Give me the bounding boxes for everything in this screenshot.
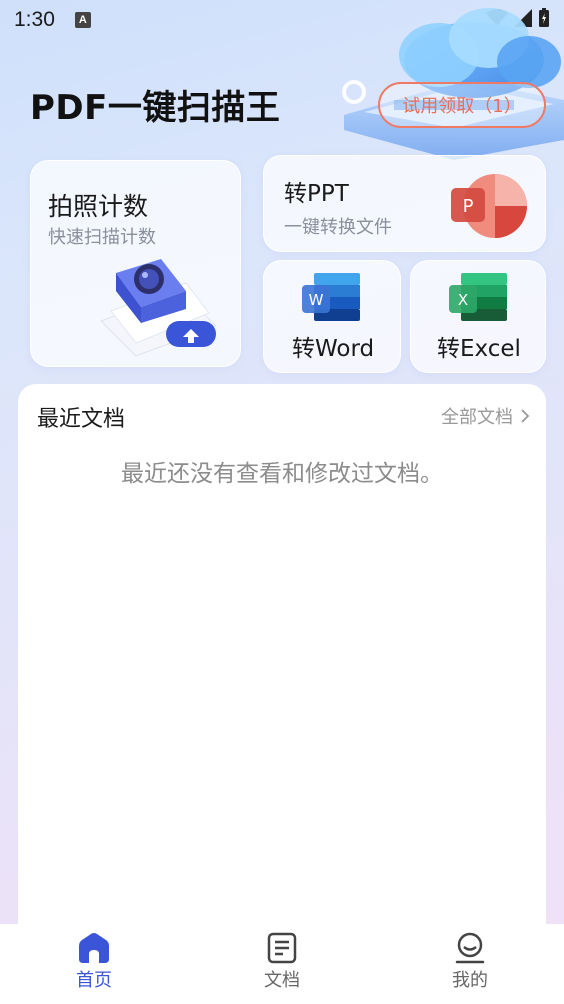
nav-profile-label: 我的 — [452, 970, 488, 991]
empty-state-message: 最近还没有查看和修改过文档。 — [121, 461, 443, 487]
trial-claim-button[interactable]: 试用领取（1） — [378, 82, 546, 128]
nav-home-label: 首页 — [76, 970, 112, 991]
recent-documents-title: 最近文档 — [37, 407, 126, 432]
notification-icon: A — [74, 12, 91, 28]
status-time: 1:30 — [14, 8, 55, 31]
photo-count-title: 拍照计数 — [48, 192, 149, 221]
app-title: PDF一键扫描王 — [30, 88, 281, 128]
word-icon: W — [302, 273, 360, 321]
convert-word-title: 转Word — [292, 336, 375, 362]
photo-count-subtitle: 快速扫描计数 — [48, 227, 156, 248]
nav-home[interactable]: 首页 — [0, 924, 188, 1004]
nav-profile[interactable]: 我的 — [376, 924, 564, 1004]
excel-icon-letter: X — [458, 291, 468, 309]
all-documents-link[interactable]: 全部文档 — [441, 403, 530, 429]
all-documents-label: 全部文档 — [441, 407, 513, 428]
powerpoint-icon-letter: P — [463, 196, 474, 217]
document-icon — [267, 932, 297, 964]
home-icon — [79, 933, 109, 963]
word-icon-letter: W — [309, 291, 324, 309]
chevron-right-icon — [521, 409, 530, 423]
excel-icon: X — [449, 273, 507, 321]
photo-count-card[interactable]: 拍照计数 快速扫描计数 — [30, 160, 241, 367]
cloud-server-illustration — [342, 8, 564, 160]
convert-ppt-title: 转PPT — [284, 181, 349, 207]
camera-scan-icon — [100, 259, 217, 357]
convert-excel-title: 转Excel — [437, 336, 521, 362]
profile-icon — [455, 932, 485, 964]
nav-documents-label: 文档 — [264, 970, 300, 991]
nav-documents[interactable]: 文档 — [188, 924, 376, 1004]
convert-ppt-subtitle: 一键转换文件 — [284, 217, 392, 238]
recent-documents-panel: 最近文档 全部文档 最近还没有查看和修改过文档。 — [18, 384, 546, 944]
convert-word-card[interactable]: W 转Word — [263, 260, 401, 373]
powerpoint-icon: P — [451, 174, 527, 238]
convert-ppt-card[interactable]: 转PPT 一键转换文件 P — [263, 155, 546, 252]
bottom-navigation: 首页 文档 我的 — [0, 924, 564, 1004]
convert-excel-card[interactable]: X 转Excel — [410, 260, 546, 373]
